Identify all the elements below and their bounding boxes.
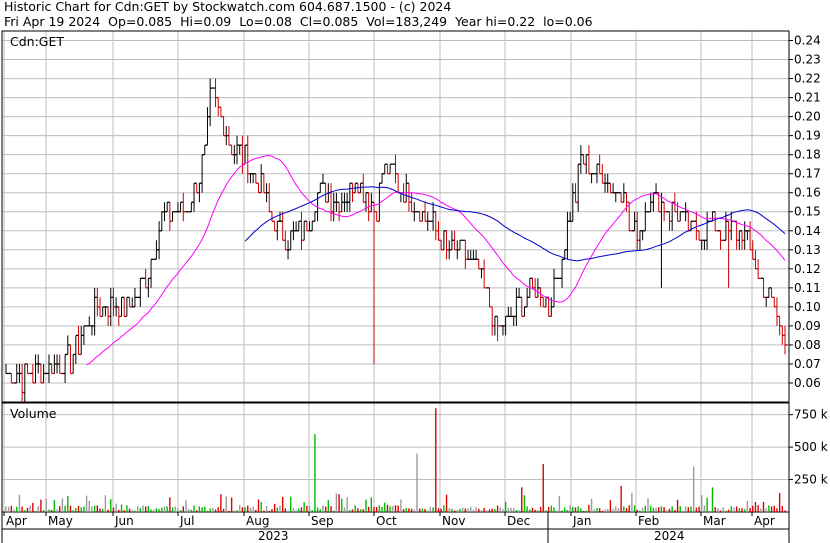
price-tick-label: 0.10 (794, 300, 821, 314)
month-label: Jun (114, 514, 134, 528)
price-tick-label: 0.22 (794, 72, 821, 86)
price-tick-label: 0.11 (794, 281, 821, 295)
month-label: Mar (703, 514, 726, 528)
price-bars (5, 78, 788, 402)
stock-chart: 0.24 0.23 0.22 0.21 0.20 0.19 0.18 0.17 0.16 0.15… (1, 30, 828, 543)
price-tick-label: 0.17 (794, 167, 821, 181)
price-tick-label: 0.16 (794, 186, 821, 200)
price-tick-label: 0.12 (794, 262, 821, 276)
price-tick-label: 0.07 (794, 357, 821, 371)
month-label: Jan (572, 514, 592, 528)
month-label: Apr (6, 514, 27, 528)
price-tick-label: 0.13 (794, 243, 821, 257)
volume-tick-label: 250 k (794, 473, 828, 487)
month-label: Dec (507, 514, 530, 528)
price-tick-label: 0.23 (794, 53, 821, 67)
ma-short-line (86, 155, 786, 366)
month-label: Nov (442, 514, 465, 528)
grid (2, 31, 793, 516)
price-tick-label: 0.15 (794, 205, 821, 219)
volume-panel-title: Volume (10, 406, 57, 421)
price-panel-frame (1, 30, 790, 403)
month-label: Oct (376, 514, 397, 528)
price-tick-label: 0.21 (794, 91, 821, 105)
month-label: Jul (179, 514, 194, 528)
volume-tick-label: 500 k (794, 440, 828, 454)
month-label: Sep (311, 514, 334, 528)
month-label: May (48, 514, 73, 528)
price-tick-label: 0.24 (794, 34, 821, 48)
moving-averages (86, 155, 786, 366)
volume-bars (5, 408, 786, 512)
price-tick-label: 0.14 (794, 224, 821, 238)
volume-panel-frame (1, 402, 790, 513)
price-tick-label: 0.08 (794, 338, 821, 352)
price-tick-label: 0.19 (794, 129, 821, 143)
price-tick-label: 0.20 (794, 110, 821, 124)
price-tick-label: 0.09 (794, 319, 821, 333)
chart-frame (1, 30, 790, 543)
year-label: 2023 (258, 529, 289, 543)
price-tick-label: 0.18 (794, 148, 821, 162)
price-tick-label: 0.06 (794, 376, 821, 390)
year-label: 2024 (654, 529, 685, 543)
month-label: Apr (754, 514, 775, 528)
month-label: Aug (246, 514, 269, 528)
volume-tick-label: 750 k (794, 408, 828, 422)
price-panel-title: Cdn:GET (10, 34, 64, 49)
month-label: Feb (638, 514, 659, 528)
